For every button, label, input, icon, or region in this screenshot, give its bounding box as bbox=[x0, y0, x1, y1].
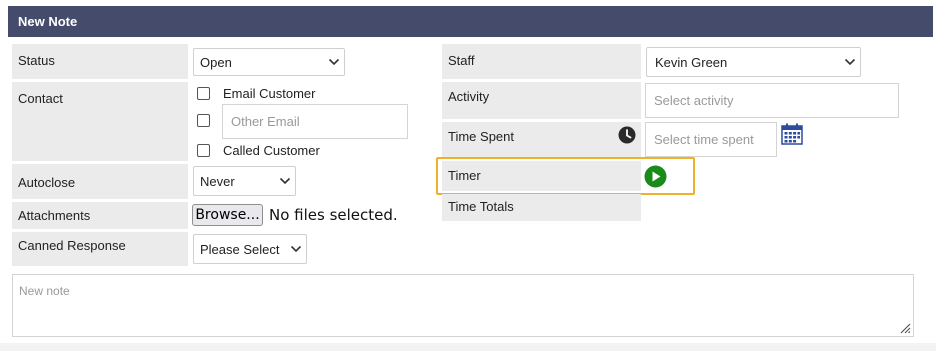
other-email-placeholder: Other Email bbox=[231, 114, 300, 129]
browse-button[interactable]: Browse... bbox=[192, 204, 263, 226]
attachments-label: Attachments bbox=[12, 202, 188, 229]
contact-label: Contact bbox=[12, 82, 188, 161]
autoclose-select[interactable]: Never bbox=[193, 166, 296, 196]
called-customer-label: Called Customer bbox=[223, 143, 320, 158]
resize-handle-icon[interactable] bbox=[899, 322, 911, 334]
email-customer-checkbox[interactable] bbox=[197, 87, 210, 100]
other-email-checkbox[interactable] bbox=[197, 114, 210, 127]
other-email-input[interactable]: Other Email bbox=[222, 104, 408, 139]
activity-placeholder: Select activity bbox=[654, 93, 734, 108]
new-note-textarea[interactable]: New note bbox=[12, 274, 914, 337]
new-note-placeholder: New note bbox=[19, 284, 70, 298]
chevron-down-icon bbox=[275, 167, 295, 195]
canned-response-label: Canned Response bbox=[12, 232, 188, 266]
email-customer-label: Email Customer bbox=[223, 86, 316, 101]
panel-title: New Note bbox=[18, 14, 78, 29]
clock-icon[interactable] bbox=[618, 126, 636, 144]
staff-select[interactable]: Kevin Green bbox=[646, 47, 861, 77]
status-label: Status bbox=[12, 44, 188, 79]
status-select[interactable]: Open bbox=[193, 48, 345, 76]
time-totals-label: Time Totals bbox=[442, 194, 641, 221]
autoclose-select-value: Never bbox=[200, 173, 235, 189]
activity-input[interactable]: Select activity bbox=[645, 83, 899, 118]
panel-header: New Note bbox=[8, 6, 933, 37]
staff-label: Staff bbox=[442, 44, 641, 79]
chevron-down-icon bbox=[286, 235, 306, 263]
autoclose-label: Autoclose bbox=[12, 164, 188, 199]
canned-response-select[interactable]: Please Select bbox=[193, 234, 307, 264]
time-spent-input[interactable]: Select time spent bbox=[645, 122, 777, 157]
time-spent-placeholder: Select time spent bbox=[654, 132, 754, 147]
no-file-text: No files selected. bbox=[269, 206, 398, 224]
chevron-down-icon bbox=[324, 49, 344, 75]
canned-response-value: Please Select bbox=[200, 241, 280, 257]
activity-label: Activity bbox=[442, 82, 641, 119]
chevron-down-icon bbox=[840, 48, 860, 76]
calendar-icon[interactable] bbox=[781, 123, 803, 145]
status-select-value: Open bbox=[200, 54, 232, 70]
called-customer-checkbox[interactable] bbox=[197, 144, 210, 157]
staff-select-value: Kevin Green bbox=[655, 54, 728, 70]
time-spent-label: Time Spent bbox=[442, 122, 641, 158]
timer-highlight bbox=[436, 157, 695, 195]
bottom-strip bbox=[0, 343, 936, 351]
